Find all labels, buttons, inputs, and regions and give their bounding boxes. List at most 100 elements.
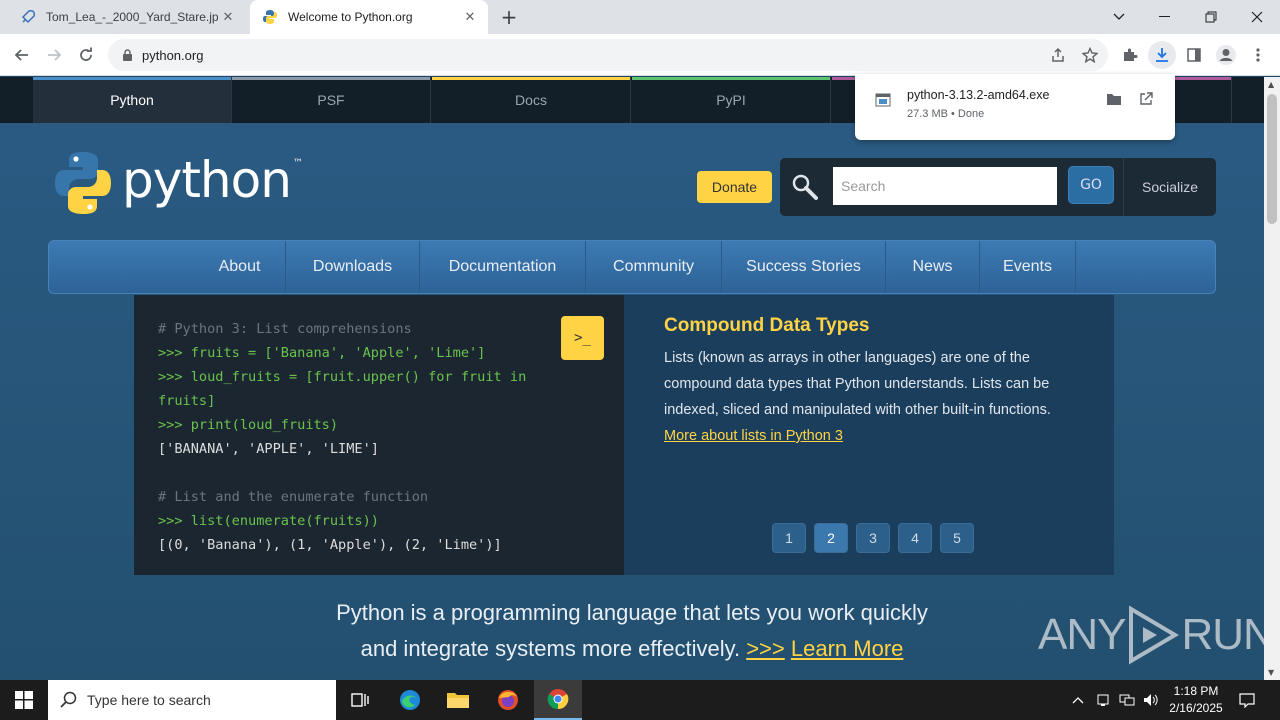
menu-kebab-icon[interactable] (1244, 41, 1272, 69)
chrome-icon[interactable] (534, 680, 582, 720)
tab-search-chevron-icon[interactable] (1096, 0, 1142, 34)
meta-nav-label: PyPI (716, 92, 746, 108)
nav-events[interactable]: Events (980, 241, 1076, 293)
learn-more-arrows[interactable]: >>> (746, 636, 785, 661)
lock-icon[interactable] (120, 48, 134, 62)
pager-button-1[interactable]: 1 (772, 523, 806, 553)
code-line: # Python 3: List comprehensions (158, 321, 412, 337)
anyrun-watermark: ANY RUN (1038, 605, 1264, 665)
bookmark-star-icon[interactable] (1076, 41, 1104, 69)
code-sample-panel: # Python 3: List comprehensions >>> frui… (134, 295, 624, 575)
code-sample: # Python 3: List comprehensions >>> frui… (158, 317, 526, 557)
meta-nav-pypi[interactable]: PyPI (632, 77, 831, 123)
code-line: [(0, 'Banana'), (1, 'Apple'), (2, 'Lime'… (158, 537, 502, 553)
nav-success-stories[interactable]: Success Stories (722, 241, 886, 293)
close-tab-icon[interactable]: ✕ (460, 7, 480, 27)
forward-button[interactable] (40, 41, 68, 69)
code-line: >>> loud_fruits = [fruit.upper() for fru… (158, 369, 527, 385)
windows-taskbar: Type here to search 1:18 PM 2/16/2025 (0, 680, 1280, 720)
pager-button-4[interactable]: 4 (898, 523, 932, 553)
meta-nav-accent (33, 77, 231, 80)
task-view-icon[interactable] (336, 680, 384, 720)
firefox-icon[interactable] (484, 680, 532, 720)
meta-nav-psf[interactable]: PSF (232, 77, 431, 123)
pager-button-5[interactable]: 5 (940, 523, 974, 553)
system-clock[interactable]: 1:18 PM 2/16/2025 (1164, 683, 1228, 717)
volume-icon[interactable] (1140, 680, 1162, 720)
new-tab-button[interactable]: + (497, 5, 521, 29)
search-icon (790, 172, 820, 202)
tray-overflow-chevron-icon[interactable] (1068, 680, 1088, 720)
code-line: >>> list(enumerate(fruits)) (158, 513, 379, 529)
restore-button[interactable] (1188, 0, 1234, 34)
tab-title: Tom_Lea_-_2000_Yard_Stare.jpg (46, 10, 218, 24)
show-in-folder-icon[interactable] (1105, 90, 1123, 108)
watermark-right: RUN (1181, 610, 1264, 659)
meta-nav-accent (432, 77, 630, 80)
meta-nav-label: PSF (317, 92, 345, 108)
scroll-down-arrow-icon[interactable]: ▼ (1268, 668, 1274, 677)
tab-image[interactable]: Tom_Lea_-_2000_Yard_Stare.jpg ✕ (8, 0, 246, 34)
socialize-button[interactable]: Socialize (1123, 158, 1216, 216)
exe-file-icon (875, 92, 891, 108)
learn-more-link[interactable]: Learn More (791, 636, 904, 661)
scrollbar-thumb[interactable] (1267, 94, 1277, 224)
network-icon[interactable] (1116, 680, 1138, 720)
pager-button-2[interactable]: 2 (814, 523, 848, 553)
site-search-bar: GO Socialize (780, 158, 1216, 216)
profile-avatar-icon[interactable] (1212, 41, 1240, 69)
open-external-icon[interactable] (1137, 90, 1155, 108)
network-adapter-icon[interactable] (1093, 680, 1113, 720)
windows-logo-icon (15, 691, 33, 709)
search-go-button[interactable]: GO (1068, 166, 1114, 204)
scroll-up-arrow-icon[interactable]: ▲ (1268, 80, 1274, 89)
feature-panel: Compound Data Types Lists (known as arra… (624, 295, 1114, 575)
extensions-puzzle-icon[interactable] (1116, 41, 1144, 69)
launch-shell-button[interactable]: >_ (561, 316, 604, 360)
pager-button-3[interactable]: 3 (856, 523, 890, 553)
meta-nav-docs[interactable]: Docs (432, 77, 631, 123)
nav-downloads[interactable]: Downloads (286, 241, 420, 293)
code-line: fruits] (158, 393, 216, 409)
feature-link[interactable]: More about lists in Python 3 (664, 428, 843, 444)
python-logo[interactable]: python ™ (54, 150, 303, 220)
nav-news[interactable]: News (886, 241, 980, 293)
python-wordmark: python (122, 151, 292, 209)
nav-documentation[interactable]: Documentation (420, 241, 586, 293)
close-window-button[interactable] (1234, 0, 1280, 34)
start-button[interactable] (0, 680, 48, 720)
page-scrollbar[interactable]: ▲ ▼ (1264, 77, 1280, 680)
donate-button[interactable]: Donate (697, 171, 772, 203)
meta-nav-accent (232, 77, 430, 80)
tab-python[interactable]: Welcome to Python.org ✕ (250, 0, 488, 34)
nav-community[interactable]: Community (586, 241, 722, 293)
close-tab-icon[interactable]: ✕ (218, 7, 238, 27)
main-navigation: About Downloads Documentation Community … (48, 240, 1216, 294)
address-bar[interactable]: python.org (108, 39, 1108, 71)
site-search-input[interactable] (833, 167, 1057, 205)
nav-about[interactable]: About (194, 241, 286, 293)
minimize-button[interactable] (1142, 0, 1188, 34)
meta-nav-python[interactable]: Python (33, 77, 232, 123)
url-text: python.org (142, 47, 204, 63)
meta-nav-label: Docs (515, 92, 547, 108)
taskbar-search[interactable]: Type here to search (48, 680, 336, 720)
back-button[interactable] (8, 41, 36, 69)
share-icon[interactable] (1044, 41, 1072, 69)
reload-button[interactable] (72, 41, 100, 69)
intro-line-2-text: and integrate systems more effectively. (360, 636, 741, 661)
download-filename[interactable]: python-3.13.2-amd64.exe (907, 88, 1049, 102)
notifications-icon[interactable] (1236, 680, 1258, 720)
clock-date: 2/16/2025 (1169, 701, 1223, 715)
edge-browser-icon[interactable] (386, 680, 434, 720)
file-explorer-icon[interactable] (434, 680, 482, 720)
download-status: 27.3 MB • Done (907, 108, 985, 120)
download-icon[interactable] (1148, 41, 1176, 69)
browser-toolbar: python.org (0, 34, 1280, 76)
taskbar-search-placeholder: Type here to search (87, 692, 211, 708)
tab-title: Welcome to Python.org (288, 10, 413, 24)
side-panel-icon[interactable] (1180, 41, 1208, 69)
feature-pager: 1 2 3 4 5 (772, 523, 982, 553)
clock-time: 1:18 PM (1173, 684, 1219, 698)
feature-title: Compound Data Types (664, 315, 870, 336)
